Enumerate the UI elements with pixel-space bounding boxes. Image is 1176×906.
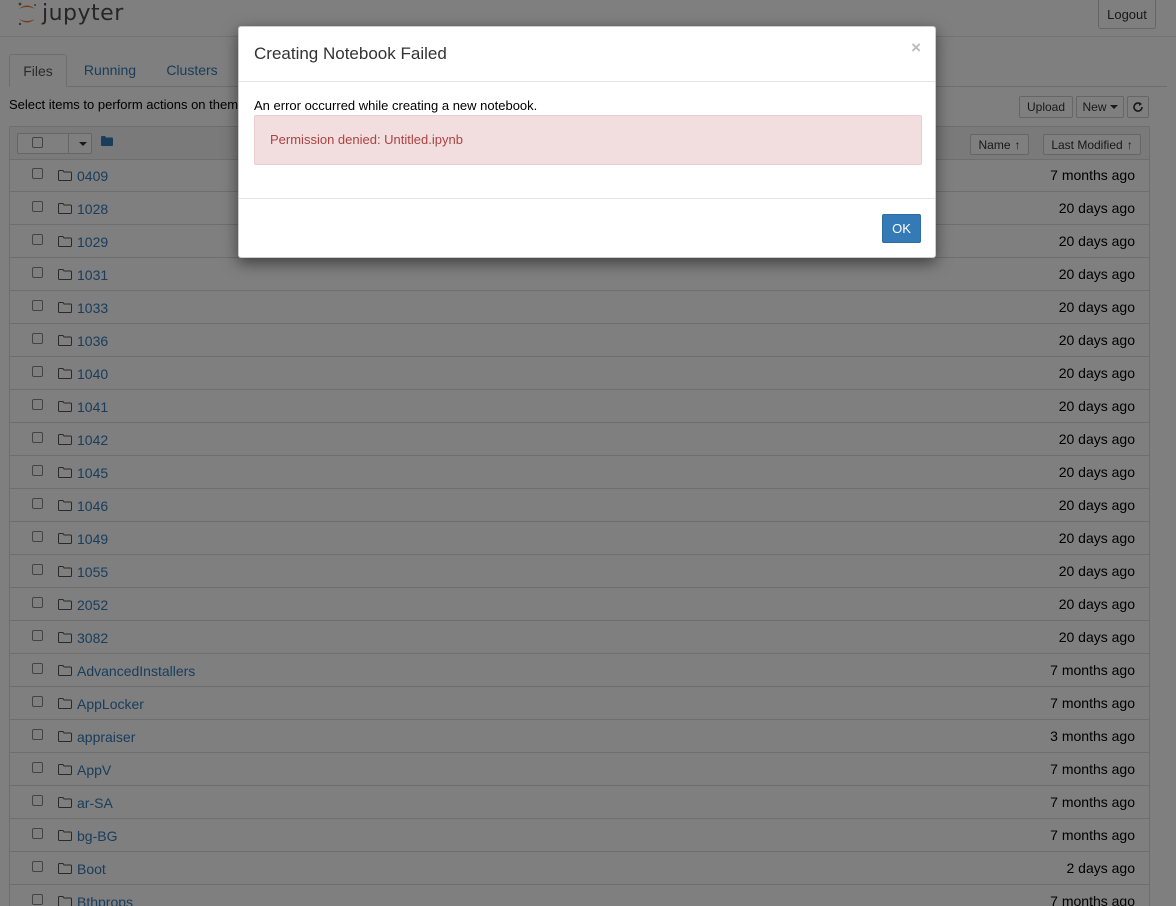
dialog-header: Creating Notebook Failed ×: [239, 27, 935, 82]
jupyter-page: jupyter Logout Files Running Clusters Se…: [0, 0, 1176, 906]
dialog-message: An error occurred while creating a new n…: [254, 98, 538, 113]
error-alert-text: Permission denied: Untitled.ipynb: [270, 132, 463, 147]
error-dialog: Creating Notebook Failed × An error occu…: [238, 26, 936, 258]
dialog-footer: OK: [239, 198, 935, 258]
dialog-body: An error occurred while creating a new n…: [254, 98, 922, 165]
error-alert: Permission denied: Untitled.ipynb: [254, 115, 922, 165]
dialog-title: Creating Notebook Failed: [254, 44, 447, 63]
ok-button[interactable]: OK: [882, 214, 921, 243]
close-icon[interactable]: ×: [911, 39, 921, 56]
